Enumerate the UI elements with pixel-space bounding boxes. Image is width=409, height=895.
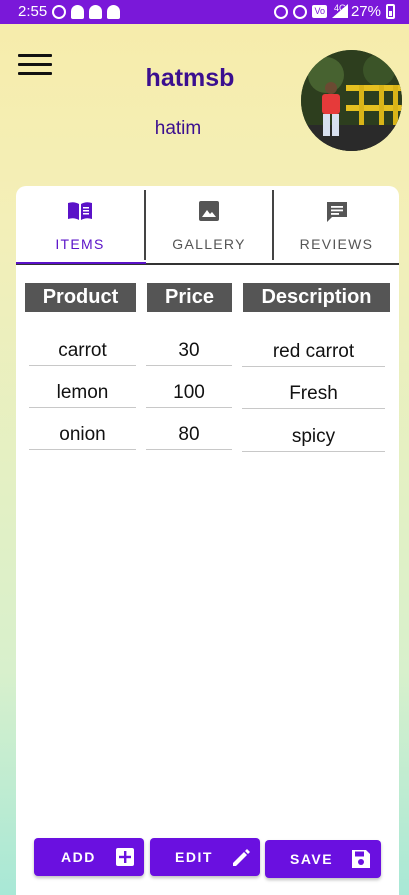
snapchat-icon (71, 4, 85, 19)
edit-button-label: EDIT (175, 849, 213, 865)
tab-reviews-label: REVIEWS (299, 236, 374, 252)
comment-icon (325, 200, 349, 229)
column-header-price: Price (147, 283, 232, 312)
volte-icon: Vo (312, 5, 327, 18)
cell-price[interactable]: 30 (146, 337, 232, 366)
tab-bar: ITEMS GALLERY REVIEWS (16, 186, 399, 265)
tab-reviews[interactable]: REVIEWS (274, 186, 399, 264)
tab-items[interactable]: ITEMS (16, 186, 144, 264)
cell-product[interactable]: carrot (29, 337, 136, 366)
tab-gallery[interactable]: GALLERY (146, 186, 272, 264)
save-button[interactable]: SAVE (265, 840, 381, 878)
avatar[interactable] (301, 50, 402, 151)
status-right: Vo 4G 27% (274, 3, 395, 20)
cell-product[interactable]: lemon (29, 379, 136, 408)
pencil-icon (230, 847, 252, 872)
active-tab-indicator (16, 262, 146, 264)
snapchat-icon (107, 4, 121, 19)
profile-username: hatmsb (145, 64, 235, 92)
cell-description[interactable]: red carrot (242, 338, 385, 367)
status-bar: 2:55 Vo 4G 27% (0, 0, 409, 24)
cell-price[interactable]: 80 (146, 421, 232, 450)
cell-description[interactable]: spicy (242, 423, 385, 452)
battery-icon (386, 4, 395, 19)
book-icon (66, 200, 94, 227)
alarm-icon (274, 4, 289, 19)
tab-items-label: ITEMS (55, 236, 105, 252)
add-button[interactable]: ADD (34, 838, 144, 876)
cell-description[interactable]: Fresh (242, 380, 385, 409)
edit-button[interactable]: EDIT (150, 838, 260, 876)
status-left: 2:55 (18, 3, 121, 20)
profile-subname: hatim (154, 118, 202, 139)
whatsapp-icon (52, 4, 67, 19)
column-header-description: Description (243, 283, 390, 312)
cell-price[interactable]: 100 (146, 379, 232, 408)
image-icon (198, 200, 220, 227)
network-type: 4G (333, 2, 346, 13)
add-box-icon (115, 847, 135, 870)
cell-product[interactable]: onion (29, 421, 136, 450)
battery-percent: 27% (350, 3, 381, 20)
tab-gallery-label: GALLERY (172, 236, 246, 252)
add-button-label: ADD (61, 849, 96, 865)
snapchat-icon (89, 4, 103, 19)
floppy-disk-icon (351, 849, 371, 872)
hotspot-icon (293, 4, 308, 19)
hamburger-menu-icon[interactable] (18, 54, 52, 80)
status-time: 2:55 (18, 3, 48, 20)
save-button-label: SAVE (290, 851, 334, 867)
column-header-product: Product (25, 283, 136, 312)
content-card: ITEMS GALLERY REVIEWS Product Price Desc… (16, 186, 399, 895)
